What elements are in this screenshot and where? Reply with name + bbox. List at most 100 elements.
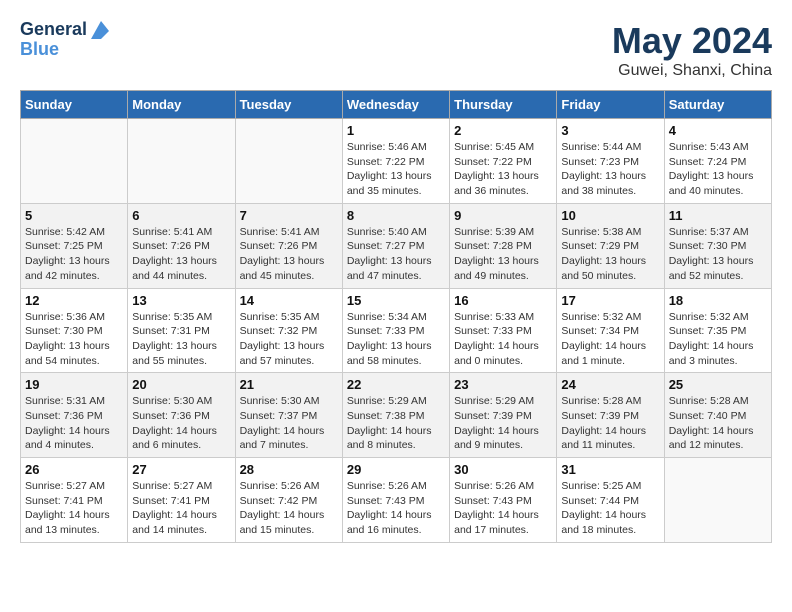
calendar-cell: 16 Sunrise: 5:33 AMSunset: 7:33 PMDayligh…: [450, 288, 557, 373]
calendar-week-row: 12 Sunrise: 5:36 AMSunset: 7:30 PMDayligh…: [21, 288, 772, 373]
day-number: 27: [132, 462, 230, 477]
day-info: Sunrise: 5:31 AMSunset: 7:36 PMDaylight:…: [25, 394, 123, 453]
calendar-week-row: 26 Sunrise: 5:27 AMSunset: 7:41 PMDayligh…: [21, 458, 772, 543]
day-number: 8: [347, 208, 445, 223]
calendar-cell: 15Sunrise: 5:34 AMSunset: 7:33 PMDayligh…: [342, 288, 449, 373]
day-number: 4: [669, 123, 767, 138]
calendar-cell: 19 Sunrise: 5:31 AMSunset: 7:36 PMDayligh…: [21, 373, 128, 458]
weekday-header-monday: Monday: [128, 91, 235, 119]
day-number: 18: [669, 293, 767, 308]
day-info: Sunrise: 5:44 AMSunset: 7:23 PMDaylight:…: [561, 140, 659, 199]
day-number: 21: [240, 377, 338, 392]
calendar-week-row: 1 Sunrise: 5:46 AMSunset: 7:22 PMDaylight…: [21, 119, 772, 204]
calendar-week-row: 5 Sunrise: 5:42 AMSunset: 7:25 PMDaylight…: [21, 203, 772, 288]
calendar-cell: 21 Sunrise: 5:30 AMSunset: 7:37 PMDayligh…: [235, 373, 342, 458]
day-number: 3: [561, 123, 659, 138]
calendar-cell: 25 Sunrise: 5:28 AMSunset: 7:40 PMDayligh…: [664, 373, 771, 458]
day-number: 26: [25, 462, 123, 477]
day-info: Sunrise: 5:35 AMSunset: 7:31 PMDaylight:…: [132, 310, 230, 369]
day-info: Sunrise: 5:26 AMSunset: 7:42 PMDaylight:…: [240, 479, 338, 538]
day-number: 15: [347, 293, 445, 308]
day-info: Sunrise: 5:41 AMSunset: 7:26 PMDaylight:…: [132, 225, 230, 284]
day-info: Sunrise: 5:37 AMSunset: 7:30 PMDaylight:…: [669, 225, 767, 284]
day-info: Sunrise: 5:25 AMSunset: 7:44 PMDaylight:…: [561, 479, 659, 538]
day-info: Sunrise: 5:42 AMSunset: 7:25 PMDaylight:…: [25, 225, 123, 284]
day-info: Sunrise: 5:28 AMSunset: 7:39 PMDaylight:…: [561, 394, 659, 453]
calendar-cell: 14 Sunrise: 5:35 AMSunset: 7:32 PMDayligh…: [235, 288, 342, 373]
weekday-header-tuesday: Tuesday: [235, 91, 342, 119]
calendar: SundayMondayTuesdayWednesdayThursdayFrid…: [20, 90, 772, 543]
day-number: 19: [25, 377, 123, 392]
weekday-header-thursday: Thursday: [450, 91, 557, 119]
weekday-header-saturday: Saturday: [664, 91, 771, 119]
day-number: 9: [454, 208, 552, 223]
day-number: 13: [132, 293, 230, 308]
weekday-header-row: SundayMondayTuesdayWednesdayThursdayFrid…: [21, 91, 772, 119]
day-info: Sunrise: 5:33 AMSunset: 7:33 PMDaylight:…: [454, 310, 552, 369]
weekday-header-wednesday: Wednesday: [342, 91, 449, 119]
title-area: May 2024 Guwei, Shanxi, China: [612, 20, 772, 80]
day-info: Sunrise: 5:29 AMSunset: 7:38 PMDaylight:…: [347, 394, 445, 453]
day-info: Sunrise: 5:36 AMSunset: 7:30 PMDaylight:…: [25, 310, 123, 369]
calendar-cell: [664, 458, 771, 543]
calendar-cell: 17 Sunrise: 5:32 AMSunset: 7:34 PMDayligh…: [557, 288, 664, 373]
calendar-cell: 2Sunrise: 5:45 AMSunset: 7:22 PMDaylight…: [450, 119, 557, 204]
day-info: Sunrise: 5:27 AMSunset: 7:41 PMDaylight:…: [132, 479, 230, 538]
day-info: Sunrise: 5:41 AMSunset: 7:26 PMDaylight:…: [240, 225, 338, 284]
calendar-cell: 31 Sunrise: 5:25 AMSunset: 7:44 PMDayligh…: [557, 458, 664, 543]
calendar-cell: 28 Sunrise: 5:26 AMSunset: 7:42 PMDayligh…: [235, 458, 342, 543]
calendar-cell: 23 Sunrise: 5:29 AMSunset: 7:39 PMDayligh…: [450, 373, 557, 458]
day-info: Sunrise: 5:28 AMSunset: 7:40 PMDaylight:…: [669, 394, 767, 453]
calendar-cell: [128, 119, 235, 204]
day-info: Sunrise: 5:29 AMSunset: 7:39 PMDaylight:…: [454, 394, 552, 453]
weekday-header-friday: Friday: [557, 91, 664, 119]
day-info: Sunrise: 5:30 AMSunset: 7:37 PMDaylight:…: [240, 394, 338, 453]
day-number: 14: [240, 293, 338, 308]
day-info: Sunrise: 5:38 AMSunset: 7:29 PMDaylight:…: [561, 225, 659, 284]
day-number: 16: [454, 293, 552, 308]
day-number: 30: [454, 462, 552, 477]
day-info: Sunrise: 5:46 AMSunset: 7:22 PMDaylight:…: [347, 140, 445, 199]
day-number: 5: [25, 208, 123, 223]
calendar-cell: 22 Sunrise: 5:29 AMSunset: 7:38 PMDayligh…: [342, 373, 449, 458]
calendar-cell: 11 Sunrise: 5:37 AMSunset: 7:30 PMDayligh…: [664, 203, 771, 288]
day-number: 6: [132, 208, 230, 223]
day-number: 29: [347, 462, 445, 477]
calendar-cell: 1 Sunrise: 5:46 AMSunset: 7:22 PMDaylight…: [342, 119, 449, 204]
day-number: 11: [669, 208, 767, 223]
calendar-cell: 3 Sunrise: 5:44 AMSunset: 7:23 PMDaylight…: [557, 119, 664, 204]
day-info: Sunrise: 5:32 AMSunset: 7:34 PMDaylight:…: [561, 310, 659, 369]
logo-icon: [87, 21, 109, 39]
day-info: Sunrise: 5:32 AMSunset: 7:35 PMDaylight:…: [669, 310, 767, 369]
day-number: 17: [561, 293, 659, 308]
day-info: Sunrise: 5:35 AMSunset: 7:32 PMDaylight:…: [240, 310, 338, 369]
day-number: 25: [669, 377, 767, 392]
day-number: 20: [132, 377, 230, 392]
calendar-cell: 9 Sunrise: 5:39 AMSunset: 7:28 PMDaylight…: [450, 203, 557, 288]
day-info: Sunrise: 5:30 AMSunset: 7:36 PMDaylight:…: [132, 394, 230, 453]
calendar-cell: 20 Sunrise: 5:30 AMSunset: 7:36 PMDayligh…: [128, 373, 235, 458]
logo-text-blue: Blue: [20, 40, 59, 60]
day-number: 10: [561, 208, 659, 223]
day-number: 1: [347, 123, 445, 138]
calendar-cell: 13 Sunrise: 5:35 AMSunset: 7:31 PMDayligh…: [128, 288, 235, 373]
calendar-cell: 7Sunrise: 5:41 AMSunset: 7:26 PMDaylight…: [235, 203, 342, 288]
day-number: 28: [240, 462, 338, 477]
calendar-cell: 10 Sunrise: 5:38 AMSunset: 7:29 PMDayligh…: [557, 203, 664, 288]
day-number: 23: [454, 377, 552, 392]
day-info: Sunrise: 5:45 AMSunset: 7:22 PMDaylight:…: [454, 140, 552, 199]
day-info: Sunrise: 5:39 AMSunset: 7:28 PMDaylight:…: [454, 225, 552, 284]
month-title: May 2024: [612, 20, 772, 62]
calendar-cell: 24 Sunrise: 5:28 AMSunset: 7:39 PMDayligh…: [557, 373, 664, 458]
day-number: 31: [561, 462, 659, 477]
calendar-cell: 8Sunrise: 5:40 AMSunset: 7:27 PMDaylight…: [342, 203, 449, 288]
calendar-cell: [235, 119, 342, 204]
day-info: Sunrise: 5:26 AMSunset: 7:43 PMDaylight:…: [454, 479, 552, 538]
calendar-cell: 18 Sunrise: 5:32 AMSunset: 7:35 PMDayligh…: [664, 288, 771, 373]
calendar-cell: [21, 119, 128, 204]
day-number: 24: [561, 377, 659, 392]
day-number: 12: [25, 293, 123, 308]
day-info: Sunrise: 5:43 AMSunset: 7:24 PMDaylight:…: [669, 140, 767, 199]
calendar-cell: 29Sunrise: 5:26 AMSunset: 7:43 PMDayligh…: [342, 458, 449, 543]
day-number: 22: [347, 377, 445, 392]
